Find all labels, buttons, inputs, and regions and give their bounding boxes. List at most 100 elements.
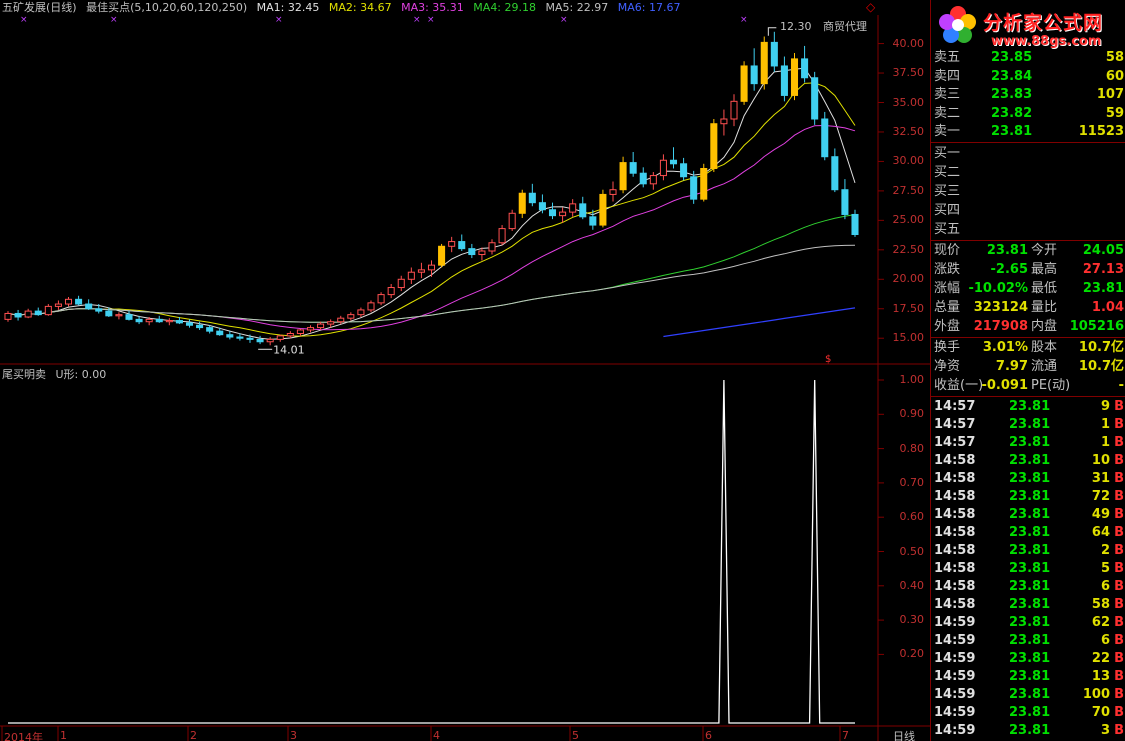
ask-row[interactable]: 卖一 23.81 11523 (931, 123, 1125, 141)
bid-row[interactable]: 买四 (931, 202, 1125, 220)
tick-price: 23.81 (1009, 669, 1051, 684)
bid-row[interactable]: 买一 (931, 145, 1125, 163)
tick-side: B (1114, 669, 1124, 684)
sector-name: 商贸代理 (823, 20, 867, 33)
stat-value: 10.7亿 (1078, 340, 1124, 355)
tick-time: 14:58 (934, 525, 976, 540)
bid-row[interactable]: 买五 (931, 221, 1125, 239)
stat-value: 1.04 (1091, 300, 1124, 315)
y-tick-label: 0.60 (899, 510, 925, 524)
candle-body (538, 202, 546, 211)
tick-time: 14:58 (934, 507, 976, 522)
chart-canvas[interactable]: 14.01 × × × × × × × $ (0, 0, 930, 741)
bid-label: 买一 (934, 146, 961, 161)
candle-body (639, 172, 647, 185)
stat-label: 总量 (934, 300, 961, 315)
chart-area[interactable]: 14.01 × × × × × × × $ 五矿发展(日线) 最佳买点(5,10,20,60,1… (0, 0, 930, 741)
candle-body (659, 159, 667, 177)
tick-side: B (1114, 579, 1124, 594)
candle-body (306, 327, 315, 331)
candle-body (841, 189, 849, 215)
diamond-icon[interactable]: ◇ (866, 0, 875, 14)
stat-value: 105216 (1069, 319, 1124, 334)
candle-body (680, 163, 688, 178)
tick-price: 23.81 (1009, 489, 1051, 504)
candle-body (135, 318, 143, 323)
ask-row[interactable]: 卖二 23.82 59 (931, 105, 1125, 123)
tick-side: B (1114, 651, 1124, 666)
candle-body (589, 216, 597, 226)
candle-body (44, 305, 52, 316)
signal-x-marker: × (413, 15, 421, 25)
ask-label: 卖三 (934, 87, 961, 102)
tick-row: 14:58 23.81 49 B (931, 506, 1125, 524)
candle-body (286, 333, 294, 337)
tick-volume: 58 (1091, 597, 1110, 612)
y-tick-label: 0.70 (899, 475, 925, 489)
fundamental-row: 净资 7.97 流通 10.7亿 (931, 357, 1125, 376)
indicator-title: 尾买明卖 (2, 368, 46, 381)
ask-row[interactable]: 卖三 23.83 107 (931, 86, 1125, 104)
tick-side: B (1114, 471, 1124, 486)
tick-time: 14:57 (934, 435, 976, 450)
tick-time: 14:58 (934, 453, 976, 468)
candle-body (770, 41, 778, 67)
tick-time: 14:59 (934, 615, 976, 630)
candle-body (24, 310, 32, 318)
candle-body (246, 337, 254, 340)
candle-body (95, 308, 103, 312)
candle-body (740, 65, 748, 102)
signal-marker: $ (825, 354, 831, 365)
ask-row[interactable]: 卖五 23.85 58 (931, 49, 1125, 67)
candle-body (750, 65, 758, 85)
candle-body (508, 212, 516, 230)
candle-body (196, 324, 204, 329)
fundamental-row: 换手 3.01% 股本 10.7亿 (931, 338, 1125, 357)
stat-value: 217908 (973, 319, 1028, 334)
stat-value: -2.65 (990, 262, 1028, 277)
y-tick-label: 0.30 (899, 613, 925, 627)
bid-row[interactable]: 买二 (931, 164, 1125, 182)
bid-row[interactable]: 买三 (931, 183, 1125, 201)
ma1-label: MA1: 32.45 (256, 1, 320, 14)
candle-body (276, 335, 284, 340)
ask-volume: 59 (1105, 105, 1124, 121)
signal-x-marker: × (427, 15, 435, 25)
candle-body (357, 309, 365, 316)
stat-value: 23.81 (1082, 281, 1124, 296)
ma20-line (7, 124, 856, 331)
tick-price: 23.81 (1009, 435, 1051, 450)
ma6-label: MA6: 17.67 (617, 1, 681, 14)
candle-body (256, 338, 264, 343)
logo-url[interactable]: www.88gs.com (991, 34, 1101, 49)
ask-price: 23.84 (991, 68, 1033, 84)
stat-row: 涨幅 -10.02% 最低 23.81 (931, 279, 1125, 298)
bid-label: 买三 (934, 184, 961, 199)
y-tick-label: 27.50 (892, 183, 925, 197)
candle-body (377, 294, 385, 304)
ma2-label: MA2: 34.67 (328, 1, 392, 14)
tick-time: 14:59 (934, 705, 976, 720)
ask-row[interactable]: 卖四 23.84 60 (931, 68, 1125, 86)
y-tick-label: 0.40 (899, 578, 925, 592)
ma3-label: MA3: 35.31 (401, 1, 464, 14)
tick-row: 14:57 23.81 9 B (931, 398, 1125, 416)
tick-side: B (1114, 453, 1124, 468)
candle-body (599, 193, 607, 226)
tick-time: 14:58 (934, 561, 976, 576)
stat-value: - (1118, 378, 1124, 393)
candle-body (448, 241, 456, 247)
candle-body (165, 320, 173, 323)
period-label[interactable]: 日线 (893, 728, 915, 741)
tick-price: 23.81 (1009, 687, 1051, 702)
y-tick-label: 37.50 (892, 66, 925, 80)
tick-row: 14:58 23.81 2 B (931, 542, 1125, 560)
candle-body (105, 310, 113, 317)
tick-side: B (1114, 507, 1124, 522)
tick-price: 23.81 (1009, 705, 1051, 720)
candle-body (780, 65, 788, 96)
candle-body (569, 203, 577, 213)
candle-body (851, 213, 859, 235)
x-tick-label: 2014年 (4, 731, 43, 741)
tick-volume: 49 (1091, 507, 1110, 522)
